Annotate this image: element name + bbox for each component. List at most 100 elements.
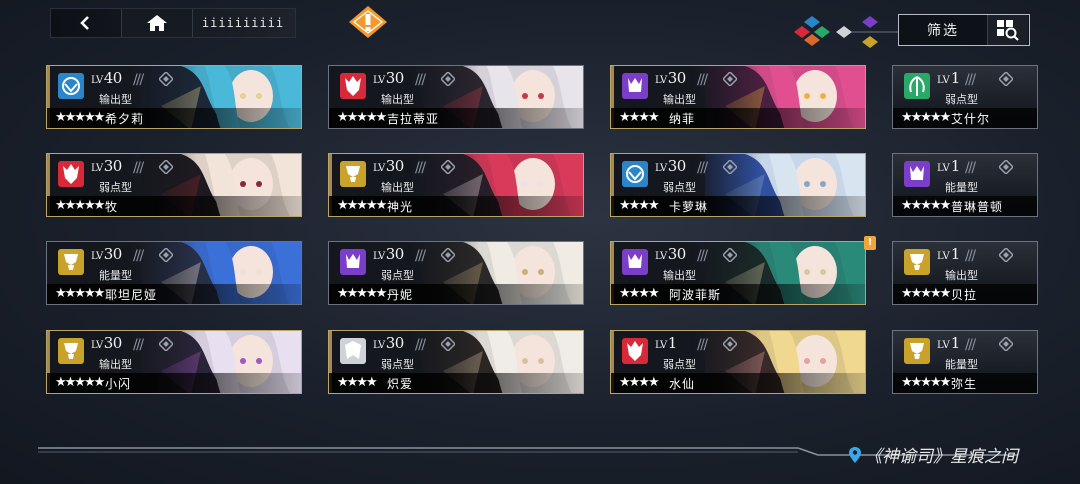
role-label: 输出型 <box>663 269 696 282</box>
level-value: 1 <box>950 69 961 87</box>
diamond-icon <box>157 70 175 88</box>
character-card[interactable]: LV30 / / / 弱点型 ★★★★★ 丹妮 <box>328 241 584 305</box>
level-value: 1 <box>950 245 961 263</box>
level-value: 30 <box>385 157 405 175</box>
character-card[interactable]: LV30 / / / 弱点型 ★★★★ 卡萝琳 <box>610 153 866 217</box>
star-rating: ★★★★ <box>619 375 660 390</box>
location-pin-icon <box>849 446 861 463</box>
level-value: 1 <box>950 334 961 352</box>
diamond-icon <box>721 335 739 353</box>
element-dark-icon <box>621 72 649 100</box>
element-filter-group[interactable] <box>790 10 910 48</box>
star-rating: ★★★★★ <box>901 198 951 213</box>
role-label: 能量型 <box>945 358 978 371</box>
role-label: 输出型 <box>945 269 978 282</box>
alert-button[interactable] <box>348 5 388 39</box>
level-label: LV1 <box>937 245 961 263</box>
character-card[interactable]: LV1 / / / 能量型 ★★★★★ 弥生 <box>892 330 1038 394</box>
character-name: 牧 <box>105 200 119 214</box>
level-value: 30 <box>103 245 123 263</box>
element-fire-icon <box>621 337 649 365</box>
element-light-icon <box>903 248 931 276</box>
character-card[interactable]: LV30 / / / 能量型 ★★★★★ 耶坦尼娅 <box>46 241 302 305</box>
slash-deco: / / / <box>965 160 976 176</box>
character-card[interactable]: LV30 / / / 输出型 ★★★★★ 小闪 <box>46 330 302 394</box>
character-card[interactable]: LV1 / / / 弱点型 ★★★★ 水仙 <box>610 330 866 394</box>
character-card[interactable]: LV30 / / / 输出型 ★★★★★ 神光 <box>328 153 584 217</box>
character-name: 阿波菲斯 <box>669 288 722 302</box>
back-button[interactable] <box>51 9 121 37</box>
slash-deco: / / / <box>965 72 976 88</box>
slash-deco: / / / <box>965 337 976 353</box>
card-alert-badge: ! <box>864 236 876 250</box>
slash-deco: / / / <box>697 337 708 353</box>
slash-deco: / / / <box>133 72 144 88</box>
level-label: LV1 <box>937 69 961 87</box>
character-name: 艾什尔 <box>951 112 991 126</box>
back-arrow-icon <box>80 16 89 30</box>
page-title: iiiiiiiiii <box>201 16 285 30</box>
level-value: 1 <box>950 157 961 175</box>
level-label: LV30 <box>373 334 404 352</box>
slash-deco: / / / <box>415 337 426 353</box>
level-value: 30 <box>103 157 123 175</box>
diamond-icon <box>439 70 457 88</box>
role-label: 弱点型 <box>99 181 132 194</box>
character-card[interactable]: LV30 / / / 弱点型 ★★★★ 炽爱 <box>328 330 584 394</box>
diamond-icon <box>439 158 457 176</box>
slash-deco: / / / <box>133 248 144 264</box>
diamond-icon <box>157 158 175 176</box>
level-value: 30 <box>667 69 687 87</box>
role-label: 弱点型 <box>945 93 978 106</box>
character-card[interactable]: LV30 / / / 输出型 ★★★★★ 吉拉蒂亚 <box>328 65 584 129</box>
role-label: 弱点型 <box>663 358 696 371</box>
character-name: 纳菲 <box>669 112 696 126</box>
level-value: 1 <box>667 334 678 352</box>
character-card[interactable]: LV40 / / / 输出型 ★★★★★ 希夕莉 <box>46 65 302 129</box>
character-name: 希夕莉 <box>105 112 145 126</box>
level-label: LV30 <box>655 245 686 263</box>
role-label: 弱点型 <box>381 358 414 371</box>
level-label: LV30 <box>91 157 122 175</box>
level-label: LV30 <box>91 334 122 352</box>
character-name: 炽爱 <box>387 377 414 391</box>
level-label: LV1 <box>937 157 961 175</box>
star-rating: ★★★★ <box>619 286 660 301</box>
character-card[interactable]: LV30 / / / 输出型 ★★★★ 纳菲 <box>610 65 866 129</box>
role-label: 输出型 <box>663 93 696 106</box>
level-label: LV30 <box>373 245 404 263</box>
level-label: LV30 <box>655 69 686 87</box>
level-label: LV30 <box>373 157 404 175</box>
element-light-icon <box>57 337 85 365</box>
diamond-icon <box>997 158 1015 176</box>
role-label: 输出型 <box>381 93 414 106</box>
star-rating: ★★★★★ <box>55 110 105 125</box>
slash-deco: / / / <box>697 248 708 264</box>
star-rating: ★★★★ <box>619 110 660 125</box>
diamond-icon <box>721 246 739 264</box>
character-name: 吉拉蒂亚 <box>387 112 440 126</box>
character-card[interactable]: LV30 / / / 输出型 ★★★★ 阿波菲斯 <box>610 241 866 305</box>
level-value: 30 <box>385 245 405 263</box>
slash-deco: / / / <box>697 160 708 176</box>
character-card[interactable]: LV1 / / / 弱点型 ★★★★★ 艾什尔 <box>892 65 1038 129</box>
element-light-icon <box>903 337 931 365</box>
element-fire-icon <box>339 72 367 100</box>
character-name: 弥生 <box>951 377 978 391</box>
diamond-icon <box>997 246 1015 264</box>
home-icon <box>147 15 167 31</box>
home-button[interactable] <box>121 9 193 37</box>
character-card[interactable]: LV1 / / / 能量型 ★★★★★ 普琳普顿 <box>892 153 1038 217</box>
slash-deco: / / / <box>133 337 144 353</box>
level-value: 40 <box>103 69 123 87</box>
star-rating: ★★★★ <box>619 198 660 213</box>
element-dark-icon <box>903 160 931 188</box>
slash-deco: / / / <box>415 248 426 264</box>
character-card[interactable]: LV30 / / / 弱点型 ★★★★★ 牧 <box>46 153 302 217</box>
character-name: 小闪 <box>105 377 132 391</box>
filter-button[interactable]: 筛选 <box>898 14 1030 46</box>
character-card[interactable]: LV1 / / / 输出型 ★★★★★ 贝拉 <box>892 241 1038 305</box>
diamond-icon <box>439 246 457 264</box>
star-rating: ★★★★★ <box>337 110 387 125</box>
role-label: 输出型 <box>99 93 132 106</box>
